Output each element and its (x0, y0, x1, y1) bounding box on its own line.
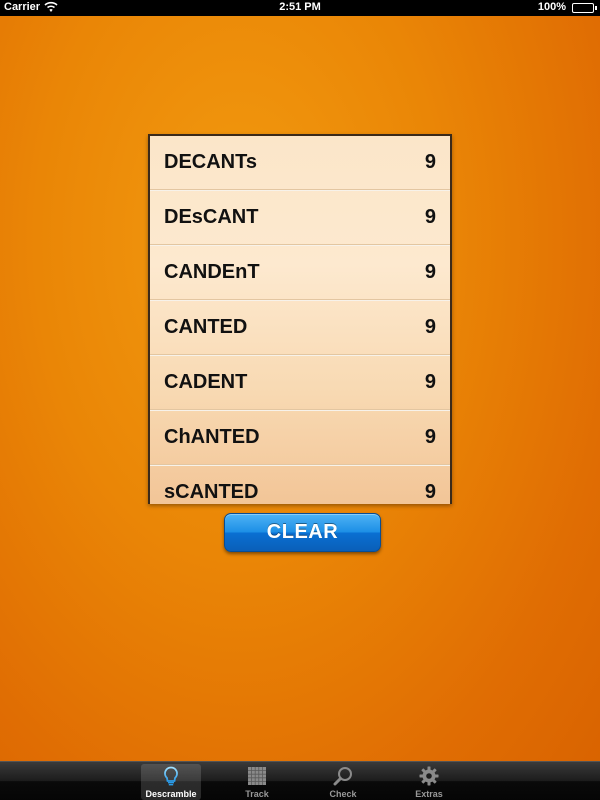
word-score: 9 (424, 316, 436, 338)
word-score: 9 (424, 426, 436, 448)
tab-check[interactable]: Check (313, 764, 373, 800)
tab-label: Extras (415, 789, 443, 799)
word-text: ChANTED (164, 426, 260, 448)
word-score: 9 (424, 151, 436, 173)
list-item[interactable]: DECANTs 9 (150, 136, 450, 191)
word-list[interactable]: DECANTs 9 DEsCANT 9 CANDEnT 9 CANTED 9 C… (148, 134, 452, 504)
word-text: sCANTED (164, 481, 259, 503)
word-text: DEsCANT (164, 206, 259, 228)
word-text: CANTED (164, 316, 248, 338)
magnifier-icon (333, 767, 352, 786)
list-item[interactable]: sCANTED 9 (150, 466, 450, 504)
tab-label: Track (245, 789, 269, 799)
word-score: 9 (424, 261, 436, 283)
word-score: 9 (424, 206, 436, 228)
gear-icon (419, 766, 439, 786)
word-text: DECANTs (164, 151, 257, 173)
clear-button[interactable]: CLEAR (224, 513, 381, 552)
word-text: CANDEnT (164, 261, 260, 283)
tab-label: Check (329, 789, 357, 799)
grid-icon (248, 767, 266, 785)
word-score: 9 (424, 371, 436, 393)
clock: 2:51 PM (279, 1, 321, 13)
list-item[interactable]: CADENT 9 (150, 356, 450, 411)
list-item[interactable]: DEsCANT 9 (150, 191, 450, 246)
word-text: CADENT (164, 371, 248, 393)
word-score: 9 (424, 481, 436, 503)
list-item[interactable]: ChANTED 9 (150, 411, 450, 466)
tab-label: Descramble (145, 789, 197, 799)
bulb-icon (164, 766, 178, 786)
status-bar: Carrier 2:51 PM 100% (0, 0, 600, 16)
list-item[interactable]: CANDEnT 9 (150, 246, 450, 301)
tab-descramble[interactable]: Descramble (141, 764, 201, 800)
tab-extras[interactable]: Extras (399, 764, 459, 800)
battery-percentage: 100% (537, 1, 566, 13)
battery-icon (572, 3, 597, 13)
list-item[interactable]: CANTED 9 (150, 301, 450, 356)
tab-bar: Descramble Track Check Extras (0, 761, 600, 800)
tab-track[interactable]: Track (227, 764, 287, 800)
